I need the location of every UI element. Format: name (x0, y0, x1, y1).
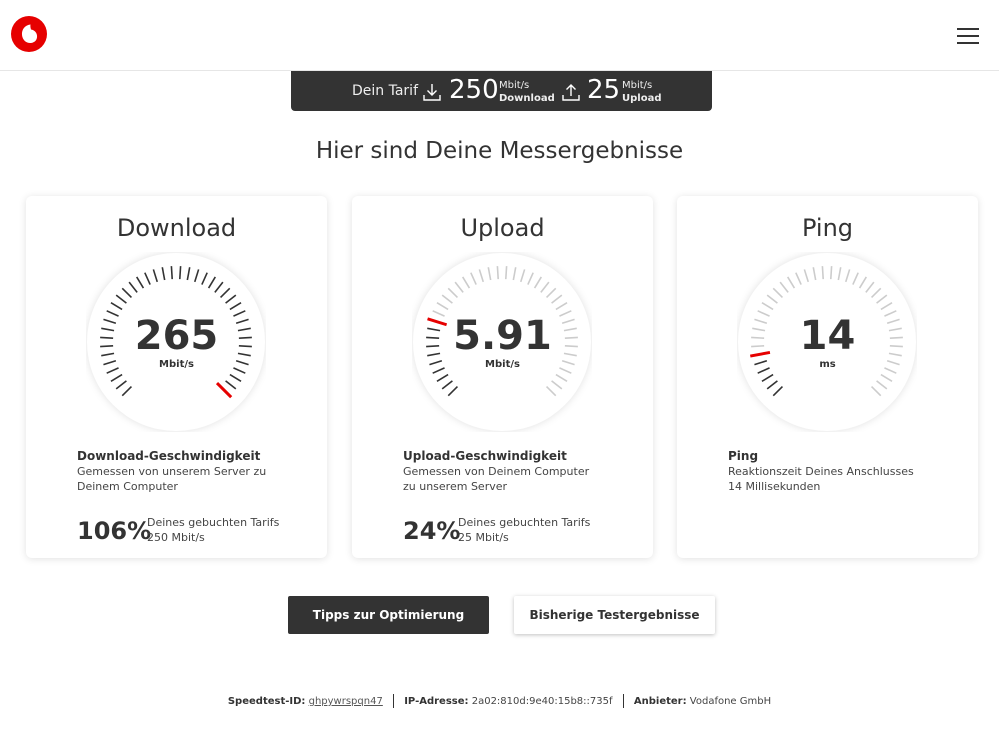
tariff-label: Dein Tarif (352, 83, 418, 99)
tariff-upload-value: 25 (587, 75, 621, 105)
download-percent: 106% (77, 517, 152, 545)
vodafone-logo[interactable] (10, 15, 48, 53)
upload-percent-label: Deines gebuchten Tarifs 25 Mbit/s (458, 516, 591, 544)
card-title: Download (116, 214, 237, 242)
download-description: Gemessen von unserem Server zu Deinem Co… (77, 465, 267, 493)
upload-heading: Upload-Geschwindigkeit (403, 449, 567, 463)
top-bar (0, 0, 999, 71)
upload-unit: Mbit/s (485, 359, 520, 370)
tips-button[interactable]: Tipps zur Optimierung (288, 596, 489, 634)
download-icon (423, 84, 441, 101)
download-heading: Download-Geschwindigkeit (77, 449, 261, 463)
hamburger-menu-icon[interactable] (957, 27, 981, 45)
upload-card: Upload 5.91 Mbit/s Upload-Geschwindigkei… (352, 196, 653, 558)
tariff-bar: Dein Tarif 250 Mbit/s Download 25 Mbit/s U… (291, 71, 712, 111)
provider-label: Anbieter: (633, 696, 687, 707)
upload-value: 5.91 (453, 313, 552, 359)
divider (393, 694, 395, 708)
ping-card: Ping 14 ms Ping Reaktionszeit Deines Ans… (677, 196, 978, 558)
download-unit: Mbit/s (159, 359, 194, 370)
history-button[interactable]: Bisherige Testergebnisse (514, 596, 715, 634)
tariff-download-value: 250 (449, 75, 499, 105)
gauge-tick (505, 266, 508, 280)
ping-unit: ms (819, 359, 836, 370)
ping-value: 14 (799, 313, 856, 359)
ping-description: Reaktionszeit Deines Anschlusses 14 Mill… (728, 465, 914, 493)
gauge-tick (830, 266, 833, 280)
footer-info: Speedtest-ID: ghpywrspqn47 IP-Adresse: 2… (0, 694, 999, 708)
ip-value: 2a02:810d:9e40:15b8::735f (471, 696, 613, 707)
speedtest-id-link[interactable]: ghpywrspqn47 (309, 696, 383, 707)
download-card: Download 265 Mbit/s Download-Geschwindig… (26, 196, 327, 558)
gauge-tick (170, 266, 173, 280)
upload-percent: 24% (403, 517, 461, 545)
card-title: Ping (801, 214, 854, 242)
divider (622, 694, 624, 708)
gauge-tick (496, 266, 499, 280)
upload-icon (562, 84, 580, 101)
speedtest-id-label: Speedtest-ID: (227, 696, 306, 707)
gauge-tick (821, 266, 824, 280)
tariff-download-unit: Mbit/s Download (499, 80, 555, 104)
download-percent-label: Deines gebuchten Tarifs 250 Mbit/s (147, 516, 280, 544)
ip-label: IP-Adresse: (404, 696, 469, 707)
upload-description: Gemessen von Deinem Computer zu unserem … (403, 465, 590, 493)
card-title: Upload (460, 214, 545, 242)
tariff-upload-unit: Mbit/s Upload (622, 80, 662, 104)
page-title: Hier sind Deine Messergebnisse (315, 138, 684, 164)
ping-heading: Ping (728, 449, 759, 463)
gauge-tick (179, 266, 182, 280)
provider-value: Vodafone GmbH (689, 696, 772, 707)
download-value: 265 (134, 313, 219, 359)
